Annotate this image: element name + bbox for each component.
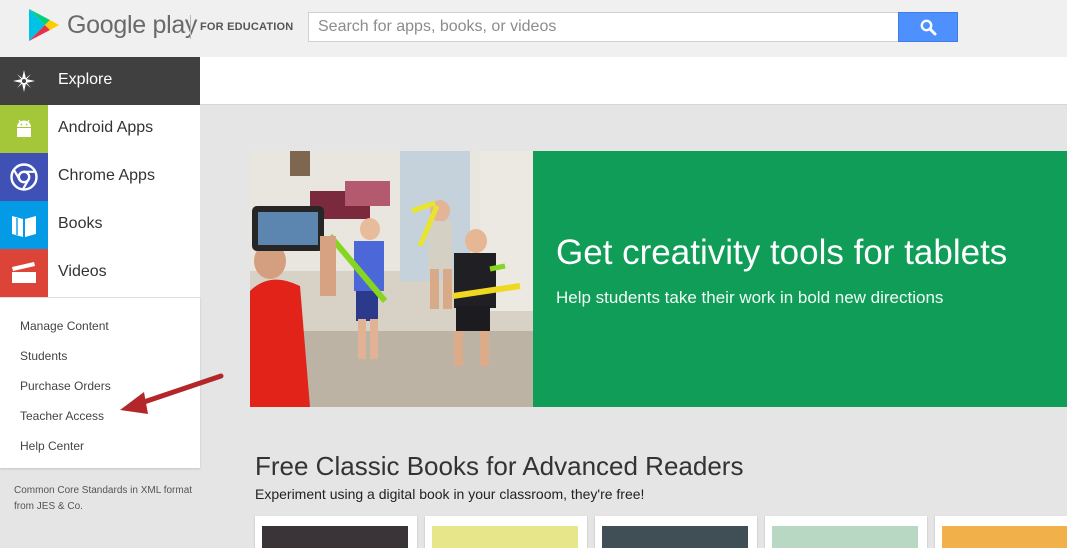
- nav-books-tile: [0, 201, 48, 249]
- book-cover: [942, 526, 1067, 548]
- nav-explore[interactable]: Explore: [0, 57, 200, 105]
- book-card[interactable]: [595, 516, 757, 548]
- android-icon: [17, 119, 31, 137]
- common-core-note-line2: from JES & Co.: [14, 501, 83, 512]
- compass-icon: [13, 70, 35, 92]
- classroom-photo-icon: [250, 151, 533, 407]
- link-manage-content[interactable]: Manage Content: [0, 311, 200, 341]
- play-logo-icon[interactable]: [28, 8, 60, 42]
- brand-name[interactable]: Google play: [67, 11, 197, 40]
- book-card[interactable]: [765, 516, 927, 548]
- nav-books[interactable]: Books: [0, 201, 200, 249]
- nav-android-tile: [0, 105, 48, 153]
- nav-videos-tile: [0, 249, 48, 297]
- book-cover: [602, 526, 748, 548]
- link-students[interactable]: Students: [0, 341, 200, 371]
- common-core-note-line1: Common Core Standards in XML format: [14, 485, 193, 496]
- book-icon: [12, 216, 36, 237]
- book-cover: [262, 526, 408, 548]
- book-card[interactable]: [425, 516, 587, 548]
- promo-banner[interactable]: Get creativity tools for tablets Help st…: [250, 151, 1067, 407]
- nav-videos[interactable]: Videos: [0, 249, 200, 297]
- nav-videos-label: Videos: [58, 263, 107, 280]
- book-card[interactable]: [255, 516, 417, 548]
- search-button[interactable]: [898, 12, 958, 42]
- banner-title: Get creativity tools for tablets: [556, 233, 1008, 272]
- top-bar: Google play FOR EDUCATION: [0, 0, 1067, 57]
- common-core-note[interactable]: Common Core Standards in XML format from…: [14, 483, 204, 515]
- section-subtitle: Experiment using a digital book in your …: [255, 486, 645, 502]
- content-top-strip: [200, 57, 1067, 105]
- nav-android-label: Android Apps: [58, 119, 154, 136]
- book-card[interactable]: [935, 516, 1067, 548]
- nav-chrome-apps[interactable]: Chrome Apps: [0, 153, 200, 201]
- link-help-center[interactable]: Help Center: [0, 431, 200, 461]
- nav-android-apps[interactable]: Android Apps: [0, 105, 200, 153]
- brand-subtitle[interactable]: FOR EDUCATION: [200, 21, 293, 33]
- nav-chrome-tile: [0, 153, 48, 201]
- annotation-arrow-icon: [120, 373, 224, 414]
- search-icon: [920, 19, 937, 36]
- chrome-icon: [10, 163, 38, 191]
- book-cover: [432, 526, 578, 548]
- nav-books-label: Books: [58, 215, 103, 232]
- section-title[interactable]: Free Classic Books for Advanced Readers: [255, 451, 743, 482]
- book-cover: [772, 526, 918, 548]
- clapper-icon: [12, 262, 36, 283]
- nav-chrome-label: Chrome Apps: [58, 167, 155, 184]
- banner-subtitle: Help students take their work in bold ne…: [556, 288, 944, 307]
- banner-photo: [250, 151, 533, 407]
- nav-explore-tile: [0, 57, 48, 105]
- brand-divider: [190, 15, 191, 39]
- search-input[interactable]: [308, 12, 898, 42]
- nav-explore-label: Explore: [58, 71, 113, 88]
